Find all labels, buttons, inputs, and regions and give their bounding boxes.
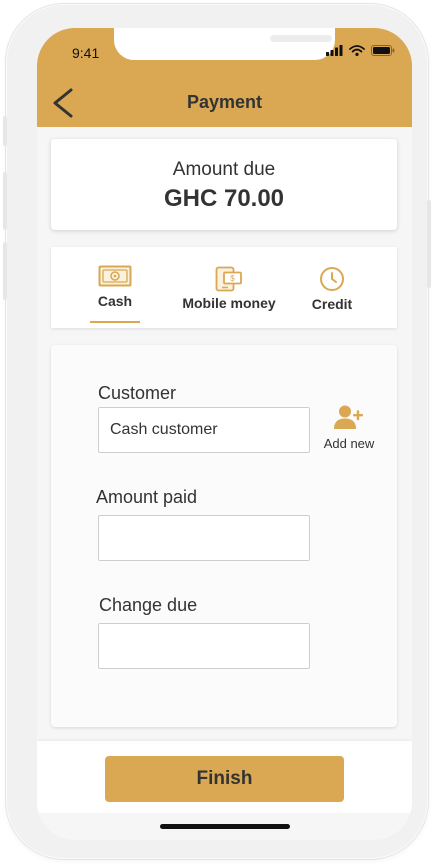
add-customer-button[interactable]: Add new: [322, 404, 376, 451]
payment-method-tabs: Cash $ Mobile money Credit: [51, 247, 397, 328]
amount-due-value: GHC 70.00: [163, 185, 285, 212]
home-indicator: [160, 824, 290, 829]
cash-icon: [98, 265, 132, 287]
svg-text:$: $: [230, 274, 235, 283]
finish-button[interactable]: Finish: [105, 756, 344, 802]
tab-cash-label: Cash: [97, 293, 133, 309]
selected-tab-indicator: [90, 321, 140, 323]
status-time: 9:41: [72, 45, 100, 61]
tab-mobile-money[interactable]: $ Mobile money: [177, 247, 281, 311]
battery-icon: [371, 45, 395, 56]
tab-credit-label: Credit: [311, 296, 353, 312]
notch: [114, 28, 335, 60]
amount-paid-label: Amount paid: [96, 487, 198, 507]
speaker: [270, 35, 332, 42]
customer-field[interactable]: [98, 407, 310, 453]
customer-label: Customer: [98, 383, 177, 403]
wifi-icon: [349, 45, 365, 56]
volume-up-button: [3, 172, 7, 230]
add-user-icon: [334, 405, 363, 429]
mobile-money-icon: $: [215, 266, 242, 292]
signal-icon: [326, 45, 343, 56]
amount-due-label: Amount due: [172, 159, 276, 180]
tab-credit[interactable]: Credit: [308, 247, 356, 312]
volume-down-button: [3, 242, 7, 300]
change-due-field[interactable]: [98, 623, 310, 669]
tab-cash[interactable]: Cash: [89, 247, 141, 309]
page-title: Payment: [186, 92, 263, 112]
app-header: 9:41 Payment: [37, 28, 412, 127]
amount-due-card: Amount due GHC 70.00: [51, 139, 397, 230]
side-button: [3, 116, 7, 146]
change-due-label: Change due: [99, 595, 198, 615]
clock-icon: [320, 267, 344, 291]
tab-mobile-money-label: Mobile money: [182, 295, 276, 311]
phone-frame: 9:41 Payment Amount due GHC 70.00 Cash $…: [3, 4, 431, 859]
status-icons: [326, 45, 395, 56]
footer-bar: Finish: [37, 741, 412, 813]
amount-paid-field[interactable]: [98, 515, 310, 561]
payment-form: Customer Add new Amount paid Change due: [51, 345, 397, 727]
add-new-label: Add new: [323, 436, 375, 451]
power-button: [427, 200, 431, 288]
screen: 9:41 Payment Amount due GHC 70.00 Cash $…: [37, 28, 412, 840]
